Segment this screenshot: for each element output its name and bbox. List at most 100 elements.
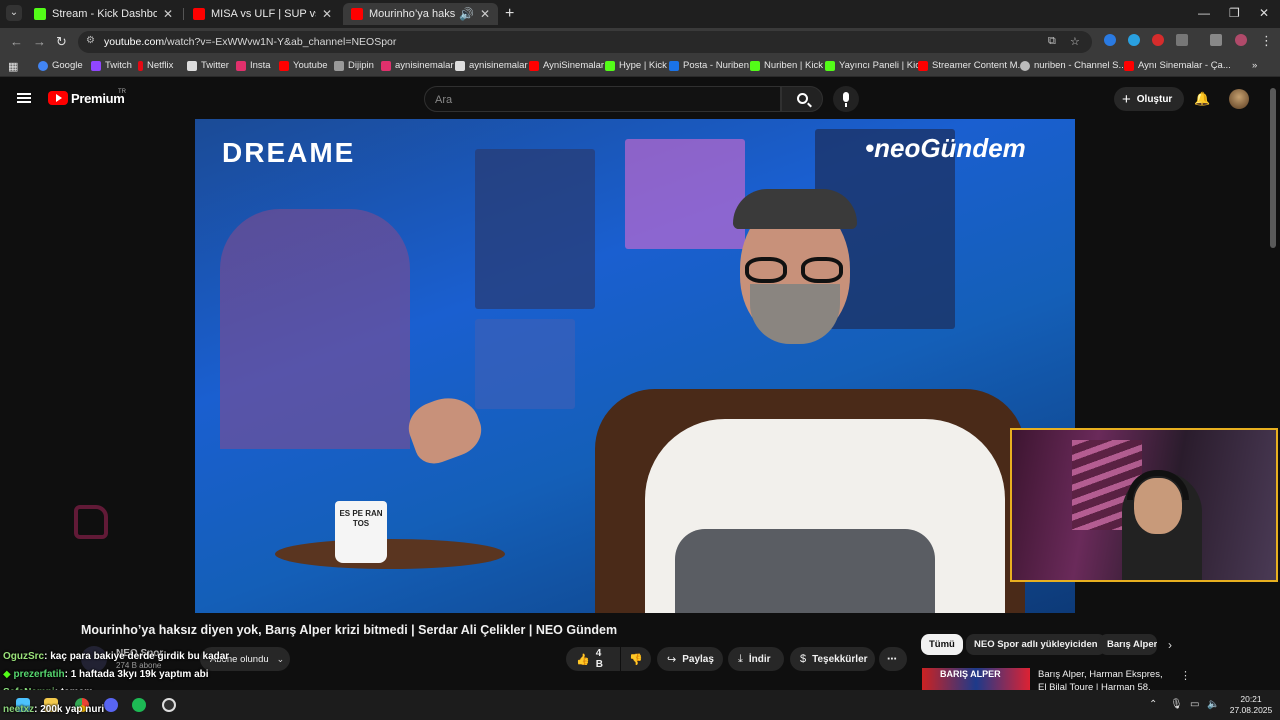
dijipin-icon: [334, 60, 344, 71]
address-bar[interactable]: ⚙ youtube.com/watch?v=-ExWWvw1N-Y&ab_cha…: [78, 31, 1092, 53]
bookmark-nuriben-kick[interactable]: Nuriben | Kick: [750, 60, 823, 71]
tab-divider: [183, 8, 184, 20]
bookmark-label: aynisinemalar: [469, 60, 528, 71]
bookmark-label: Youtube: [293, 60, 328, 71]
close-icon[interactable]: ✕: [480, 7, 490, 21]
bookmark-label: Streamer Content M...: [932, 60, 1026, 71]
bookmark-label: Google: [52, 60, 83, 71]
restore-button[interactable]: ❐: [1229, 6, 1240, 20]
more-bookmarks-icon[interactable]: »: [1252, 60, 1257, 71]
more-actions-button[interactable]: ⋯: [879, 647, 907, 671]
thanks-label: Teşekkürler: [812, 653, 868, 665]
microphone-icon[interactable]: 🎙: [1170, 699, 1183, 710]
more-vert-icon[interactable]: ⋮: [1180, 669, 1191, 682]
chevron-right-icon[interactable]: ›: [1168, 638, 1172, 652]
discord-icon[interactable]: [104, 698, 118, 712]
media-control-icon[interactable]: [1210, 34, 1222, 46]
thanks-button[interactable]: $ Teşekkürler: [790, 647, 875, 671]
new-tab-button[interactable]: +: [505, 5, 514, 23]
create-button[interactable]: + Oluştur: [1114, 87, 1184, 111]
bookmark-aynisinemalar-yt[interactable]: AyniSinemalar: [529, 60, 604, 71]
bookmark-youtube[interactable]: Youtube: [279, 60, 328, 71]
apps-grid-icon[interactable]: ▦: [8, 60, 18, 73]
bookmark-streamer-content[interactable]: Streamer Content M...: [918, 60, 1025, 71]
close-icon[interactable]: ✕: [322, 7, 332, 21]
reload-icon[interactable]: ↻: [56, 34, 67, 50]
volume-icon[interactable]: 🔈: [1207, 699, 1219, 710]
bookmark-twitter[interactable]: Twitter: [187, 60, 229, 71]
chat-text: : 1 haftada 3kyı 19k yaptım abi: [64, 669, 209, 680]
tab-misa-vs-ulf[interactable]: MISA vs ULF | SUP vs TFF | BW ... ✕: [185, 3, 340, 25]
page-scrollbar[interactable]: [1270, 88, 1276, 248]
install-app-icon[interactable]: ⧉: [1048, 35, 1056, 48]
download-icon: ⤓: [738, 652, 743, 665]
like-button[interactable]: 👍 4 B: [566, 647, 620, 671]
close-window-button[interactable]: ✕: [1259, 6, 1269, 20]
notifications-bell-icon[interactable]: 🔔: [1194, 91, 1210, 107]
back-icon[interactable]: ←: [10, 34, 23, 49]
bookmark-nuriben-channel[interactable]: nuriben - Channel S...: [1020, 60, 1126, 71]
search-input[interactable]: [435, 92, 765, 108]
download-button[interactable]: ⤓ İndir: [728, 647, 784, 671]
forward-icon[interactable]: →: [33, 34, 46, 49]
extension-red-icon[interactable]: [1152, 34, 1164, 46]
tab-mourinho-video[interactable]: Mourinho’ya haksız diyen y 🔊 ✕: [343, 3, 498, 25]
minimize-button[interactable]: —: [1198, 6, 1210, 20]
recommended-title[interactable]: Barış Alper, Harman Ekspres, El Bilal To…: [1038, 668, 1168, 690]
bookmark-insta[interactable]: Insta: [236, 60, 271, 71]
profile-icon[interactable]: [1235, 34, 1247, 46]
tab-kick-dashboard[interactable]: Stream - Kick Dashboard ✕: [26, 3, 181, 25]
speaker-icon[interactable]: 🔊: [459, 7, 474, 21]
bookmark-dijipin[interactable]: Dijipin: [334, 60, 374, 71]
video-player[interactable]: DREAME •neoGündem ES PE RAN TOS: [195, 119, 1075, 613]
spotify-icon[interactable]: [132, 698, 146, 712]
bookmark-label: Twitter: [201, 60, 229, 71]
browser-menu-icon[interactable]: ⋮: [1260, 33, 1273, 49]
menu-icon[interactable]: [17, 93, 31, 103]
thumbs-down-icon: 👎: [629, 653, 643, 666]
url-text[interactable]: youtube.com/watch?v=-ExWWvw1N-Y&ab_chann…: [104, 36, 396, 48]
extensions-puzzle-icon[interactable]: [1176, 34, 1188, 46]
bookmark-netflix[interactable]: Netflix: [138, 60, 173, 71]
youtube-icon: [1124, 60, 1134, 71]
tab-search-button[interactable]: ⌄: [6, 5, 22, 21]
chat-message: neetxz: 200k yap nuri: [3, 704, 104, 715]
bookmark-posta[interactable]: Posta - Nuriben: [669, 60, 749, 71]
netflix-icon: [138, 60, 143, 71]
extension-globe-icon[interactable]: [1128, 34, 1140, 46]
chip-from-uploader[interactable]: NEO Spor adlı yükleyiciden: [966, 634, 1106, 655]
obs-icon[interactable]: [162, 698, 176, 712]
bookmark-label: Twitch: [105, 60, 132, 71]
show-logo: •neoGündem: [865, 133, 1026, 163]
extension-shield-icon[interactable]: [1104, 34, 1116, 46]
recommended-thumbnail[interactable]: BARIŞ ALPER: [922, 668, 1030, 690]
search-box[interactable]: [424, 86, 781, 112]
bookmark-hype-kick[interactable]: Hype | Kick: [605, 60, 667, 71]
youtube-premium-logo[interactable]: Premium: [71, 91, 125, 106]
chip-all[interactable]: Tümü: [921, 634, 963, 655]
bookmark-yayinci-paneli[interactable]: Yayıncı Paneli | Kick: [825, 60, 925, 71]
dislike-button[interactable]: 👎: [621, 647, 651, 671]
bookmark-aynisinemalar-insta[interactable]: aynisinemalar: [381, 60, 454, 71]
bookmark-label: AyniSinemalar: [543, 60, 605, 71]
share-button[interactable]: ↪ Paylaş: [657, 647, 723, 671]
show-hidden-icons[interactable]: ⌃: [1149, 699, 1157, 710]
close-icon[interactable]: ✕: [163, 7, 173, 21]
avatar[interactable]: [1229, 89, 1249, 109]
bookmark-twitch[interactable]: Twitch: [91, 60, 132, 71]
youtube-icon: [193, 8, 205, 20]
bookmark-ayni-sinemalar[interactable]: Aynı Sinemalar - Ça...: [1124, 60, 1231, 71]
display-icon[interactable]: ▭: [1190, 699, 1199, 710]
site-info-icon[interactable]: ⚙: [86, 35, 98, 47]
bookmark-star-icon[interactable]: ☆: [1070, 35, 1080, 48]
search-button[interactable]: [781, 86, 823, 112]
mail-icon: [669, 60, 679, 71]
voice-search-button[interactable]: [833, 86, 859, 112]
chip-baris-alper[interactable]: Barış Alper: [1099, 634, 1157, 655]
thumbnail-text: BARIŞ ALPER: [940, 669, 1001, 679]
bookmark-google[interactable]: Google: [38, 60, 83, 71]
background-poster: [220, 209, 410, 449]
taskbar-clock[interactable]: 20:21 27.08.2025: [1226, 694, 1276, 716]
bookmark-aynisinemalar-x[interactable]: aynisinemalar: [455, 60, 528, 71]
youtube-logo-icon[interactable]: [48, 91, 68, 105]
